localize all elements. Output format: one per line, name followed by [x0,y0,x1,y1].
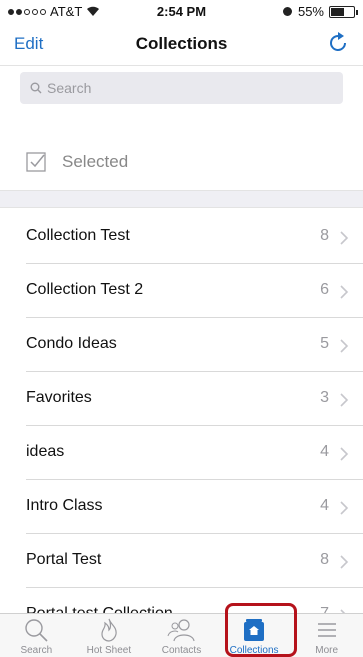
section-separator [0,190,363,208]
chevron-right-icon [340,555,349,569]
tab-more[interactable]: More [290,614,363,657]
search-icon [25,619,48,642]
tab-label: Hot Sheet [86,645,132,656]
collections-list: Collection Test 8 Collection Test 2 6 Co… [0,210,363,614]
list-item[interactable]: Intro Class 4 [26,480,363,534]
tab-label: More [315,645,339,656]
collection-name: Favorites [26,389,92,406]
alarm-icon [282,7,292,16]
collection-name: Portal Test [26,551,102,568]
tab-search[interactable]: Search [0,614,73,657]
selected-collection-row[interactable]: Selected [0,140,363,184]
collection-name: Collection Test 2 [26,281,144,298]
collections-icon [244,619,265,641]
collection-name: Collection Test [26,227,130,244]
chevron-right-icon [340,447,349,461]
list-item[interactable]: Collection Test 2 6 [26,264,363,318]
flame-icon [101,618,117,642]
status-bar: AT&T 2:54 PM 55% [0,0,363,22]
list-item[interactable]: Collection Test 8 [26,210,363,264]
selected-label: Selected [62,152,129,171]
battery-indicator: 55% [282,4,358,19]
battery-percent: 55% [297,4,324,19]
tab-label: Collections [229,645,279,656]
tab-bar: Search Hot Sheet Contacts Collections Mo… [0,613,363,657]
tab-contacts[interactable]: Contacts [145,614,218,657]
collection-count: 4 [320,443,329,460]
list-item[interactable]: ideas 4 [26,426,363,480]
search-icon [30,82,42,94]
list-item[interactable]: Favorites 3 [26,372,363,426]
collection-name: Intro Class [26,497,103,514]
collection-count: 8 [320,227,329,244]
collection-count: 6 [320,281,329,298]
search-bar [0,66,363,110]
collection-count: 3 [320,389,329,406]
navigation-bar: Edit Collections [0,22,363,66]
battery-icon [329,5,358,18]
search-field[interactable] [20,72,343,104]
list-item[interactable]: Portal test Collection 7 [26,588,363,614]
contacts-icon [167,619,196,642]
refresh-icon[interactable] [325,30,351,56]
tab-label: Search [20,645,53,656]
edit-button[interactable]: Edit [14,34,43,54]
page-title: Collections [135,34,228,53]
list-item[interactable]: Condo Ideas 5 [26,318,363,372]
collection-count: 8 [320,551,329,568]
tab-hot-sheet[interactable]: Hot Sheet [73,614,146,657]
chevron-right-icon [340,501,349,515]
menu-icon [317,623,336,637]
chevron-right-icon [340,339,349,353]
collection-count: 5 [320,335,329,352]
search-input[interactable] [47,80,337,96]
chevron-right-icon [340,285,349,299]
collection-name: Condo Ideas [26,335,117,352]
tab-label: Contacts [161,645,202,656]
checkbox-checked-icon[interactable] [26,152,46,172]
tab-collections[interactable]: Collections [218,614,291,657]
collection-count: 4 [320,497,329,514]
collection-name: ideas [26,443,65,460]
chevron-right-icon [340,231,349,245]
list-item[interactable]: Portal Test 8 [26,534,363,588]
chevron-right-icon [340,393,349,407]
